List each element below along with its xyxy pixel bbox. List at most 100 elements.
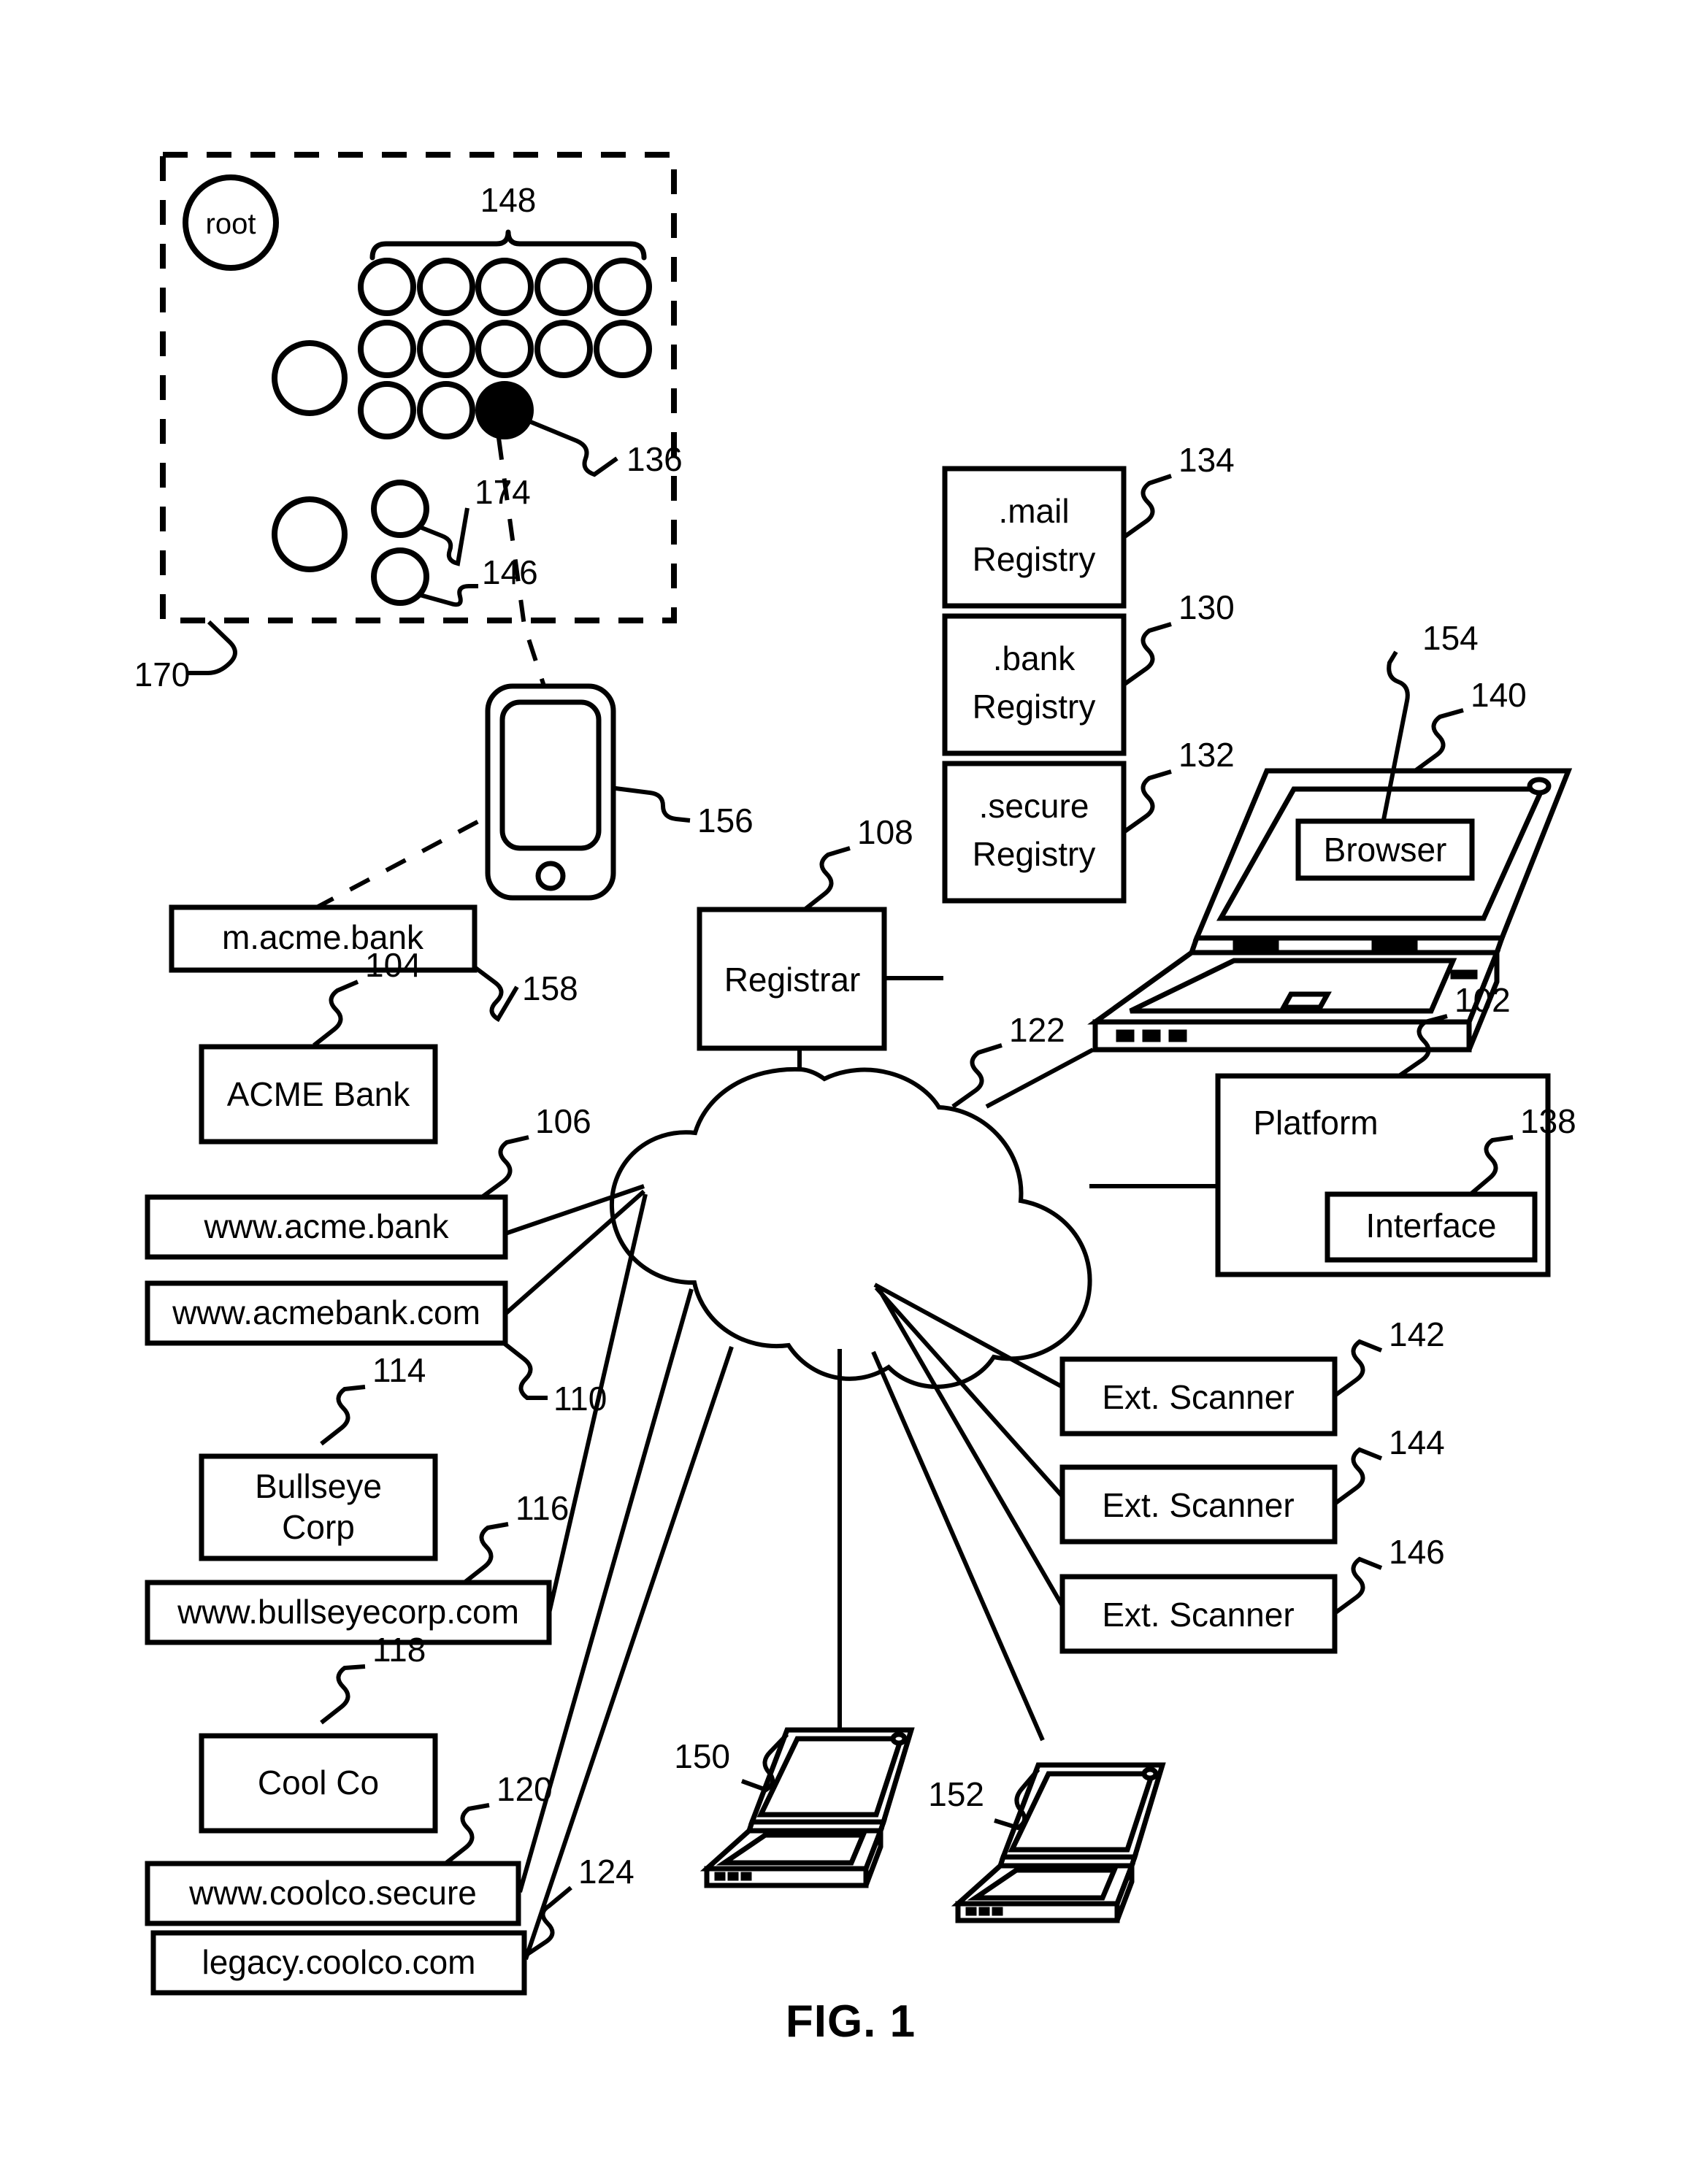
group-brace-148: [369, 229, 647, 261]
ext-scanner-144-label: Ext. Scanner: [1102, 1486, 1294, 1524]
ref-152: 152: [928, 1775, 984, 1813]
ref-106: 106: [535, 1102, 591, 1140]
link-cloud-scanner-144: [874, 1286, 1065, 1498]
lead-line-108: [803, 846, 851, 912]
interface-box-label: Interface: [1366, 1207, 1497, 1245]
dns-node-row-2: [358, 320, 652, 378]
figure-caption: FIG. 1: [786, 1996, 916, 2047]
lead-line-136: [526, 418, 618, 477]
dns-node-large-left-upper: [272, 340, 348, 416]
dashed-link-phone-to-domain: [313, 815, 487, 911]
mail-registry-box[interactable]: .mail Registry: [942, 466, 1127, 609]
bank-registry-box[interactable]: .bank Registry: [942, 613, 1127, 756]
lead-line-158: [473, 965, 519, 1023]
ref-122: 122: [1009, 1011, 1065, 1049]
domain-box-legacy-coolco-com-label: legacy.coolco.com: [202, 1943, 476, 1981]
lead-line-118: [320, 1664, 366, 1725]
lead-line-146-tree: [419, 584, 478, 607]
ref-104: 104: [365, 946, 421, 984]
ref-134: 134: [1178, 441, 1235, 479]
secure-registry-box[interactable]: .secure Registry: [942, 761, 1127, 904]
ref-158: 158: [522, 969, 578, 1007]
domain-box-m-acme-bank[interactable]: m.acme.bank: [169, 904, 478, 973]
browser-window-label: Browser: [1324, 831, 1447, 869]
lead-line-120: [444, 1803, 490, 1866]
ref-136: 136: [626, 440, 683, 478]
network-cloud: [609, 1066, 1092, 1389]
entity-box-cool-co[interactable]: Cool Co: [199, 1733, 438, 1834]
client-laptop-152[interactable]: [951, 1762, 1166, 1923]
lead-line-122: [951, 1043, 1003, 1109]
domain-box-www-acme-bank-label: www.acme.bank: [204, 1207, 450, 1245]
dns-node-146[interactable]: [371, 547, 429, 606]
lead-line-132: [1122, 769, 1172, 834]
domain-box-www-acmebank-com[interactable]: www.acmebank.com: [145, 1280, 508, 1346]
ref-132: 132: [1178, 736, 1235, 774]
domain-box-www-bullseyecorp-com[interactable]: www.bullseyecorp.com: [145, 1580, 552, 1645]
entity-box-bullseye-corp[interactable]: Bullseye Corp: [199, 1453, 438, 1561]
ref-146-scanner: 146: [1389, 1533, 1445, 1571]
ref-140: 140: [1471, 676, 1527, 714]
ref-124: 124: [578, 1853, 635, 1891]
ref-150: 150: [674, 1737, 730, 1775]
link-laptop-to-cloud: [985, 1047, 1095, 1109]
secure-registry-label-line1: .secure: [979, 787, 1089, 825]
ref-130: 130: [1178, 588, 1235, 626]
client-laptop-150[interactable]: [699, 1727, 915, 1888]
smartphone-device[interactable]: [485, 683, 616, 901]
lead-line-142: [1333, 1339, 1383, 1398]
browser-window[interactable]: Browser: [1295, 818, 1475, 881]
entity-box-acme-bank[interactable]: ACME Bank: [199, 1044, 438, 1145]
entity-box-cool-co-label: Cool Co: [258, 1764, 379, 1802]
registrar-box-label: Registrar: [724, 961, 861, 999]
root-node[interactable]: root: [183, 174, 279, 271]
link-cloud-scanner-142: [873, 1283, 1064, 1389]
figure-canvas: root 148 136 174 146 170 156 m.acme.bank…: [134, 152, 1576, 2047]
domain-box-www-coolco-secure[interactable]: www.coolco.secure: [145, 1861, 521, 1926]
ref-138: 138: [1520, 1102, 1576, 1140]
ext-scanner-146-label: Ext. Scanner: [1102, 1596, 1294, 1634]
interface-box[interactable]: Interface: [1325, 1191, 1538, 1263]
domain-box-www-acme-bank[interactable]: www.acme.bank: [145, 1194, 508, 1260]
ref-170: 170: [134, 655, 191, 693]
link-cloud-client-laptop-152: [871, 1350, 1045, 1742]
patent-figure-page: root 148 136 174 146 170 156 m.acme.bank…: [0, 0, 1702, 2184]
entity-box-bullseye-corp-label-line1: Bullseye: [255, 1467, 382, 1505]
entity-box-acme-bank-label: ACME Bank: [227, 1075, 411, 1113]
lead-line-116: [463, 1522, 509, 1585]
ref-114: 114: [372, 1351, 426, 1389]
ref-142: 142: [1389, 1315, 1445, 1353]
lead-line-170: [186, 620, 237, 675]
registrar-box[interactable]: Registrar: [697, 907, 887, 1051]
bank-registry-label-line1: .bank: [993, 639, 1076, 677]
ref-154: 154: [1422, 619, 1479, 657]
bank-registry-label-line2: Registry: [973, 688, 1096, 726]
secure-registry-label-line2: Registry: [973, 835, 1096, 873]
domain-box-legacy-coolco-com[interactable]: legacy.coolco.com: [150, 1930, 527, 1996]
lead-line-134: [1122, 474, 1172, 539]
domain-box-www-coolco-secure-label: www.coolco.secure: [188, 1874, 477, 1912]
dns-node-selected-136[interactable]: [475, 381, 534, 439]
ref-146-tree: 146: [482, 553, 538, 591]
ref-148: 148: [480, 181, 537, 219]
ref-118: 118: [372, 1631, 426, 1669]
entity-box-bullseye-corp-label-line2: Corp: [282, 1508, 355, 1546]
lead-line-130: [1122, 622, 1172, 687]
lead-line-114: [320, 1385, 366, 1446]
dns-node-row-1: [358, 258, 652, 316]
lead-line-110: [502, 1341, 548, 1400]
ext-scanner-box-142[interactable]: Ext. Scanner: [1059, 1356, 1338, 1437]
ref-102: 102: [1454, 981, 1511, 1019]
mail-registry-label-line1: .mail: [998, 492, 1069, 530]
domain-box-www-acmebank-com-label: www.acmebank.com: [172, 1293, 480, 1331]
domain-box-www-bullseyecorp-com-label: www.bullseyecorp.com: [177, 1593, 519, 1631]
dns-node-174[interactable]: [371, 480, 429, 538]
ref-144: 144: [1389, 1423, 1445, 1461]
ext-scanner-142-label: Ext. Scanner: [1102, 1378, 1294, 1416]
platform-box-label: Platform: [1253, 1104, 1378, 1142]
ext-scanner-box-146[interactable]: Ext. Scanner: [1059, 1574, 1338, 1654]
lead-line-104: [313, 980, 359, 1047]
dns-node-large-left-lower: [272, 496, 348, 572]
ext-scanner-box-144[interactable]: Ext. Scanner: [1059, 1464, 1338, 1545]
ref-116: 116: [515, 1489, 569, 1527]
